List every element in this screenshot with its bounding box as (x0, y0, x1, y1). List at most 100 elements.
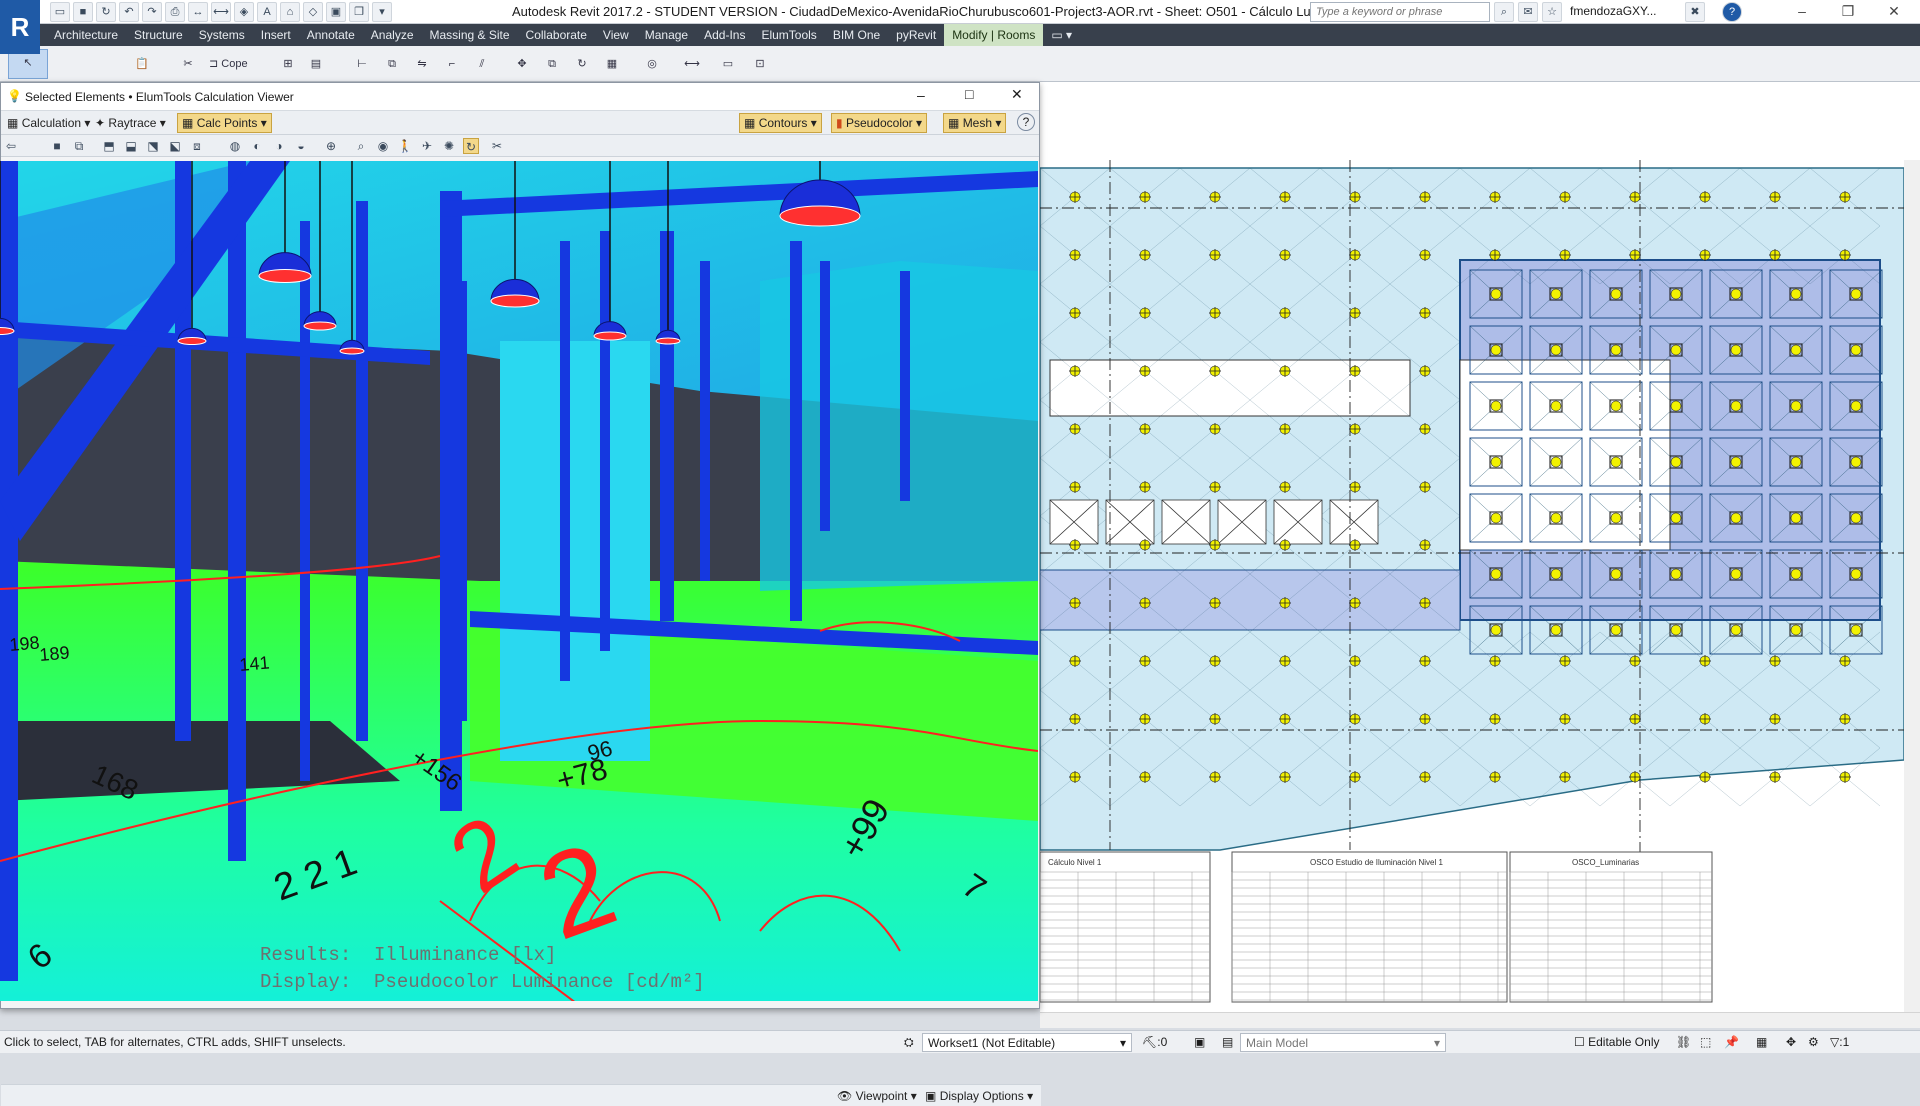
tab-pyrevit[interactable]: pyRevit (888, 24, 944, 46)
drag-elements-icon[interactable]: ✥ (1786, 1035, 1796, 1049)
print-icon[interactable]: ⎙ (165, 2, 185, 22)
calculation-dropdown[interactable]: ▦ Calculation ▾ (3, 113, 94, 133)
rotate-view-icon[interactable]: ↻ (463, 138, 479, 154)
measure-ribbon-icon[interactable]: ⟷ (680, 50, 704, 78)
tab-add-ins[interactable]: Add-Ins (696, 24, 753, 46)
orbit-icon[interactable]: ◍ (227, 138, 243, 154)
customize-qat-icon[interactable]: ▾ (372, 2, 392, 22)
select-pinned-icon[interactable]: 📌 (1724, 1035, 1739, 1049)
workset-dropdown[interactable]: Workset1 (Not Editable) ▾ (922, 1033, 1132, 1052)
tab-modify-rooms[interactable]: Modify | Rooms (944, 24, 1044, 46)
create-icon[interactable]: ▭ (716, 50, 740, 78)
move-icon[interactable]: ✥ (510, 50, 534, 78)
select-links-icon[interactable]: ⛓ (1676, 1035, 1691, 1049)
switch-windows-icon[interactable]: ❐ (349, 2, 369, 22)
select-underlay-icon[interactable]: ⬚ (1700, 1035, 1711, 1049)
join-icon[interactable]: ⊞ (276, 50, 300, 78)
view-right-icon[interactable]: ⬕ (167, 138, 183, 154)
mesh-dropdown[interactable]: ▦ Mesh ▾ (943, 113, 1007, 133)
offset-icon[interactable]: ⧉ (380, 50, 404, 78)
close-hidden-icon[interactable]: ▣ (326, 2, 346, 22)
editable-only-checkbox[interactable]: ☐ (1574, 1035, 1585, 1049)
floor-plan[interactable]: Cálculo Nivel 1 OSCO Estudio de Iluminac… (1040, 160, 1904, 1012)
favorites-icon[interactable]: ☆ (1542, 2, 1562, 22)
cope-button[interactable]: ⊐ Cope (206, 50, 264, 78)
user-name[interactable]: fmendozaGXY... (1570, 4, 1657, 18)
walk-icon[interactable]: 🚶 (397, 138, 413, 154)
tab-view[interactable]: View (595, 24, 637, 46)
globe-icon[interactable]: ◉ (375, 138, 391, 154)
light-icon[interactable]: ✺ (441, 138, 457, 154)
orbit-left-icon[interactable]: ◐ (249, 138, 265, 154)
sync-icon[interactable]: ↻ (96, 2, 116, 22)
section-icon[interactable]: ◇ (303, 2, 323, 22)
calc-points-dropdown[interactable]: ▦ Calc Points ▾ (177, 113, 272, 133)
search-input[interactable] (1310, 2, 1490, 22)
revit-app-button[interactable]: R (0, 0, 40, 54)
copy-icon[interactable]: ⧉ (540, 50, 564, 78)
editing-requests-icon[interactable]: ▣ (1194, 1035, 1205, 1049)
tab-annotate[interactable]: Annotate (299, 24, 363, 46)
view-left-icon[interactable]: ⬔ (145, 138, 161, 154)
fly-icon[interactable]: ✈ (419, 138, 435, 154)
tab-analyze[interactable]: Analyze (363, 24, 422, 46)
tab-elumtools[interactable]: ElumTools (753, 24, 824, 46)
pseudocolor-dropdown[interactable]: ▮ Pseudocolor ▾ (831, 113, 928, 133)
room-tag-icon[interactable]: ⊡ (748, 50, 772, 78)
tab-insert[interactable]: Insert (253, 24, 299, 46)
subscription-icon[interactable]: ✉ (1518, 2, 1538, 22)
tab-systems[interactable]: Systems (191, 24, 253, 46)
viewer-help-button[interactable]: ? (1017, 113, 1035, 131)
ribbon-options-icon[interactable]: ▭ ▾ (1043, 24, 1080, 46)
3d-view-icon[interactable]: ⌂ (280, 2, 300, 22)
contours-dropdown[interactable]: ▦ Contours ▾ (739, 113, 822, 133)
viewer-maximize-button[interactable]: □ (965, 86, 973, 102)
tab-bim-one[interactable]: BIM One (825, 24, 888, 46)
viewer-copy-icon[interactable]: ⧉ (71, 138, 87, 154)
design-options-icon[interactable]: ▤ (1222, 1035, 1233, 1049)
viewpoint-dropdown[interactable]: 👁 Viewpoint ▾ (833, 1086, 921, 1106)
paste-icon[interactable]: 📋 (130, 50, 154, 78)
raytrace-dropdown[interactable]: ✦ Raytrace ▾ (91, 113, 170, 133)
editable-only-toggle[interactable]: ☐ Editable Only (1574, 1035, 1659, 1049)
exchange-apps-icon[interactable]: ✖ (1685, 2, 1705, 22)
mirror-icon[interactable]: ⇋ (410, 50, 434, 78)
viewer-close-button[interactable]: ✕ (1011, 86, 1023, 103)
orbit-top-icon[interactable]: ◒ (293, 138, 309, 154)
tab-architecture[interactable]: Architecture (46, 24, 126, 46)
calculation-3d-viewport[interactable]: 222 2 1+78+9996168 +15614118919876 (0, 161, 1038, 1001)
redo-icon[interactable]: ↷ (142, 2, 162, 22)
close-button[interactable]: ✕ (1874, 0, 1914, 24)
binoculars-icon[interactable]: ⌕ (1494, 2, 1514, 22)
tab-structure[interactable]: Structure (126, 24, 191, 46)
measure-icon[interactable]: ↔ (188, 2, 208, 22)
save-icon[interactable]: ■ (73, 2, 93, 22)
vertical-scrollbar[interactable] (1904, 160, 1920, 1012)
zoom-icon[interactable]: ⌕ (353, 138, 369, 154)
split-icon[interactable]: ⫽ (470, 50, 494, 78)
maximize-button[interactable]: ❐ (1828, 0, 1868, 24)
cut-icon[interactable]: ✂ (176, 50, 200, 78)
undo-icon[interactable]: ↶ (119, 2, 139, 22)
back-icon[interactable]: ⇦ (3, 138, 19, 154)
view-top-icon[interactable]: ⬒ (101, 138, 117, 154)
properties-icon[interactable]: ▤ (304, 50, 328, 78)
rotate-icon[interactable]: ↻ (570, 50, 594, 78)
viewer-save-icon[interactable]: ■ (49, 138, 65, 154)
section-cut-icon[interactable]: ✂ (489, 138, 505, 154)
background-processes-icon[interactable]: ⚙ (1808, 1035, 1819, 1049)
array-icon[interactable]: ▦ (600, 50, 624, 78)
display-options-dropdown[interactable]: ▣ Display Options ▾ (921, 1086, 1037, 1106)
open-icon[interactable]: ▭ (50, 2, 70, 22)
orbit-right-icon[interactable]: ◑ (271, 138, 287, 154)
select-by-face-icon[interactable]: ▦ (1756, 1035, 1767, 1049)
horizontal-scrollbar[interactable] (1040, 1012, 1920, 1028)
tab-massing-site[interactable]: Massing & Site (422, 24, 518, 46)
trim-icon[interactable]: ⌐ (440, 50, 464, 78)
align-icon[interactable]: ⊢ (350, 50, 374, 78)
dimension-icon[interactable]: ⟷ (211, 2, 231, 22)
tab-collaborate[interactable]: Collaborate (518, 24, 595, 46)
tab-manage[interactable]: Manage (637, 24, 696, 46)
viewer-minimize-button[interactable]: – (917, 87, 925, 103)
design-option-dropdown[interactable]: Main Model ▾ (1240, 1033, 1446, 1052)
